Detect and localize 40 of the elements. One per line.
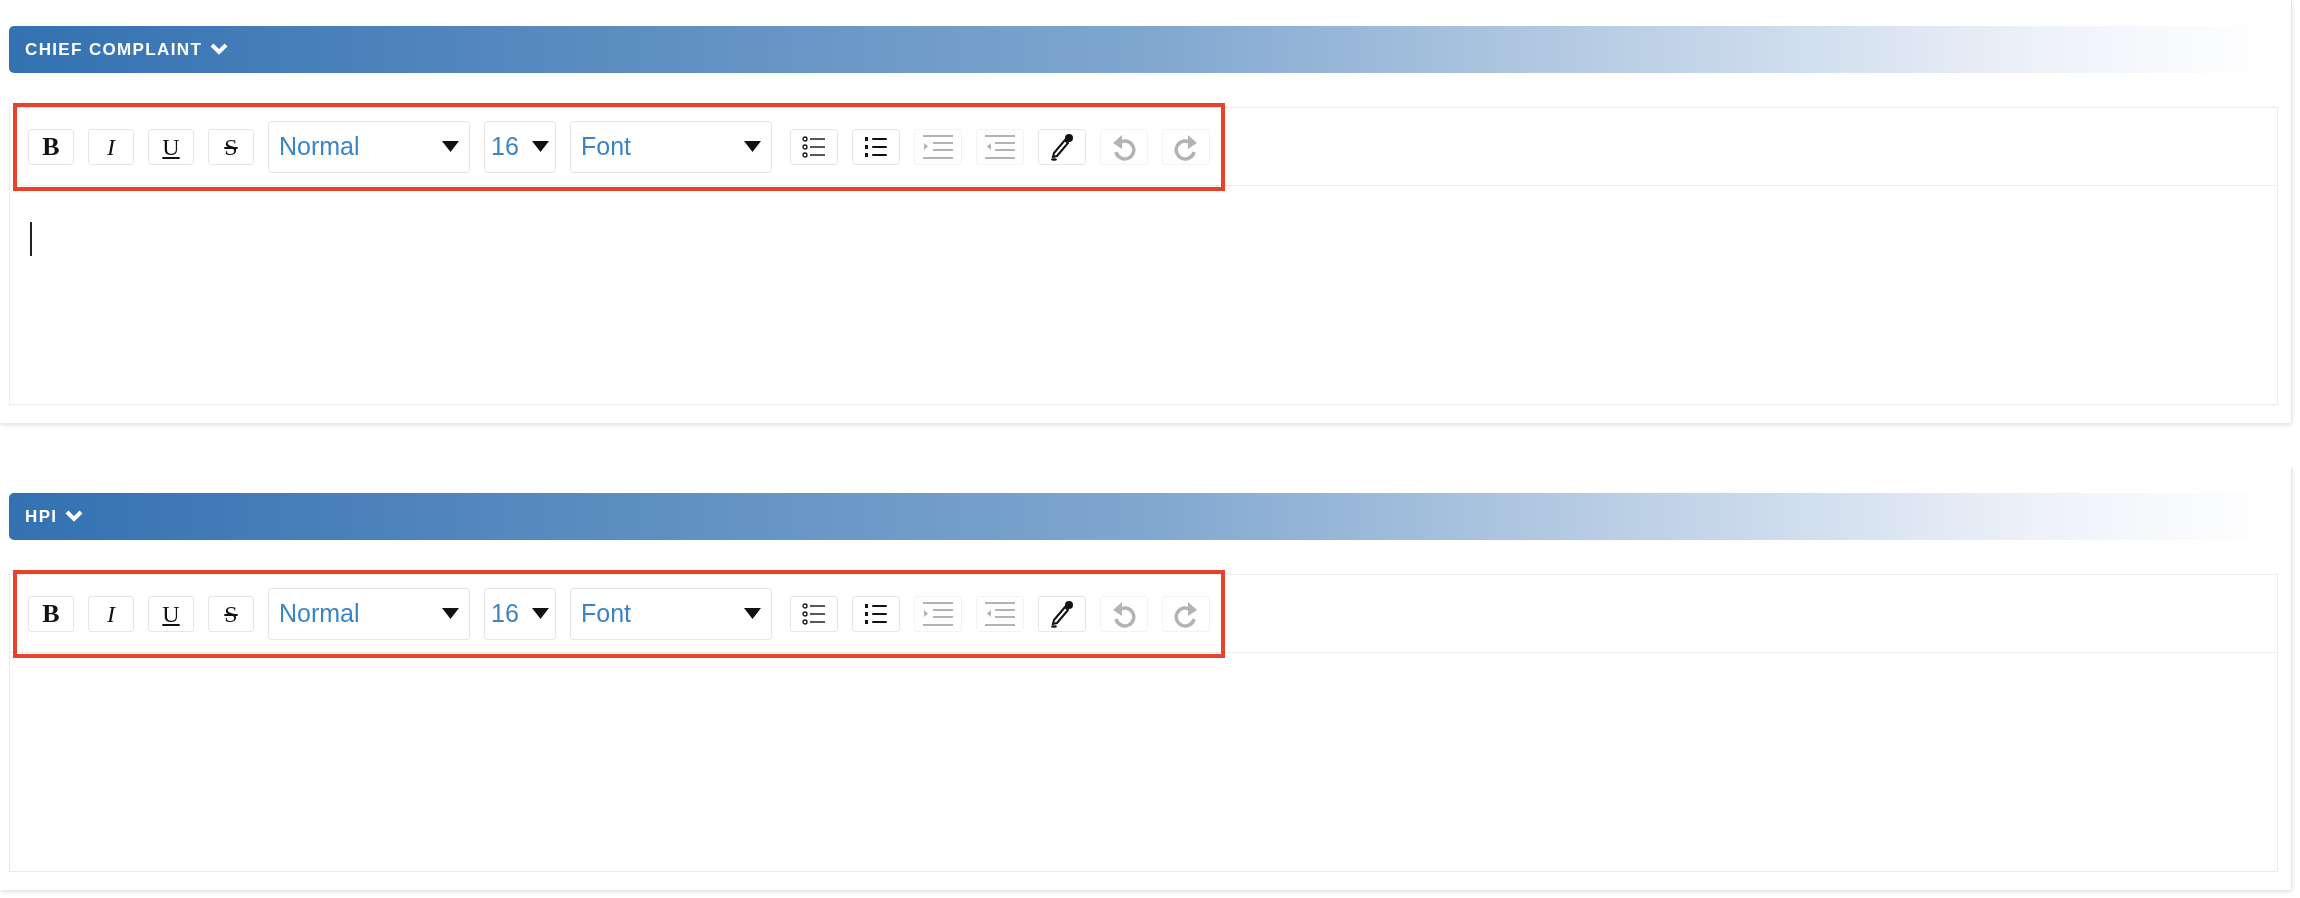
caret-icon [532,141,549,152]
numbered-list-button[interactable] [852,128,900,165]
undo-icon [1111,132,1137,161]
numbered-list-button[interactable] [852,595,900,632]
strike-button[interactable]: S [208,128,254,165]
caret-icon [532,608,549,619]
redo-icon [1173,599,1199,628]
bold-button[interactable]: B [28,595,74,632]
italic-button[interactable]: I [88,595,134,632]
eyedropper-icon [1050,599,1074,628]
color-picker-button[interactable] [1038,128,1086,165]
numbered-list-icon [864,602,888,625]
outdent-icon [985,133,1015,160]
undo-icon [1111,599,1137,628]
underline-button[interactable]: U [148,128,194,165]
bullet-list-icon [802,602,826,625]
dropdown[interactable]: Font [570,587,772,640]
bullet-list-button[interactable] [790,595,838,632]
numbered-list-icon [864,135,888,158]
caret-icon [442,608,459,619]
caret-icon [744,608,761,619]
italic-button[interactable]: I [88,128,134,165]
strike-button[interactable]: S [208,595,254,632]
redo-icon [1173,132,1199,161]
dropdown[interactable]: Normal [268,120,470,173]
bullet-list-icon [802,135,826,158]
bullet-list-button[interactable] [790,128,838,165]
dropdown[interactable]: Normal [268,587,470,640]
color-picker-button[interactable] [1038,595,1086,632]
underline-button[interactable]: U [148,595,194,632]
indent-icon [923,600,953,627]
bold-button[interactable]: B [28,128,74,165]
dropdown[interactable]: 16 [484,587,556,640]
caret-icon [442,141,459,152]
dropdown[interactable]: Font [570,120,772,173]
eyedropper-icon [1050,132,1074,161]
dropdown[interactable]: 16 [484,120,556,173]
caret-icon [744,141,761,152]
outdent-icon [985,600,1015,627]
indent-icon [923,133,953,160]
